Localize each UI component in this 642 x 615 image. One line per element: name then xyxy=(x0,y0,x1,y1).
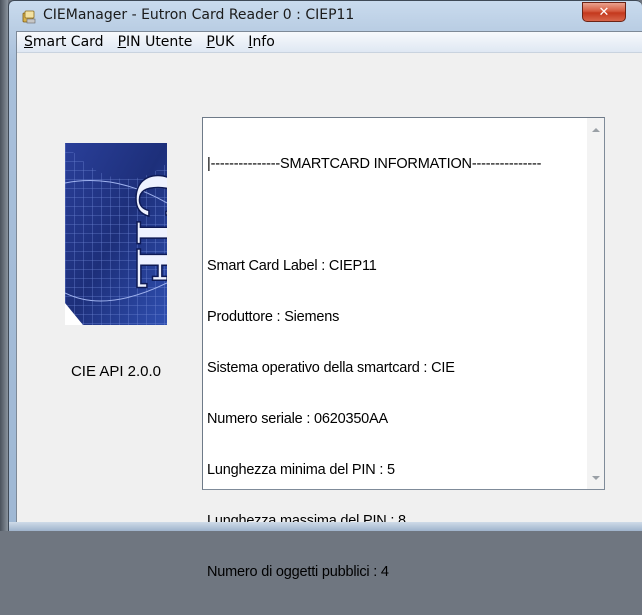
window-bottom-border xyxy=(9,522,642,531)
cie-manager-window: CIEManager - Eutron Card Reader 0 : CIEP… xyxy=(8,0,642,580)
smartcard-info-text: |---------------SMARTCARD INFORMATION---… xyxy=(207,122,585,615)
menu-pin-utente[interactable]: PIN Utente xyxy=(111,32,200,52)
scroll-up-arrow-icon[interactable] xyxy=(587,121,604,138)
menu-bar: Smart Card PIN Utente PUK Info xyxy=(17,32,642,53)
title-bar[interactable]: CIEManager - Eutron Card Reader 0 : CIEP… xyxy=(9,1,642,31)
vertical-scrollbar[interactable] xyxy=(587,118,604,489)
menu-info[interactable]: Info xyxy=(241,32,282,52)
info-line: Sistema operativo della smartcard : CIE xyxy=(207,360,455,376)
desktop-edge xyxy=(0,0,8,531)
cie-logo-icon: CIE xyxy=(65,143,167,325)
info-line: |---------------SMARTCARD INFORMATION---… xyxy=(207,156,542,172)
info-line xyxy=(207,207,585,224)
info-line: Smart Card Label : CIEP11 xyxy=(207,258,377,274)
menu-puk[interactable]: PUK xyxy=(199,32,241,52)
smartcard-info-textarea[interactable]: |---------------SMARTCARD INFORMATION---… xyxy=(202,117,605,580)
card-reader-app-icon xyxy=(22,10,36,24)
client-area: Smart Card PIN Utente PUK Info CIE CIE A… xyxy=(16,31,642,580)
info-line: Numero seriale : 0620350AA xyxy=(207,411,388,427)
info-line: Numero di oggetti pubblici : 4 xyxy=(207,564,389,580)
menu-smart-card[interactable]: Smart Card xyxy=(17,32,111,52)
info-line: Lunghezza minima del PIN : 5 xyxy=(207,462,395,478)
info-line: Produttore : Siemens xyxy=(207,309,340,325)
close-icon: ✕ xyxy=(598,4,610,20)
close-button[interactable]: ✕ xyxy=(582,2,626,22)
scroll-down-arrow-icon[interactable] xyxy=(587,469,604,486)
cie-logo-text: CIE xyxy=(123,173,167,291)
api-version-label: CIE API 2.0.0 xyxy=(70,363,162,380)
window-title: CIEManager - Eutron Card Reader 0 : CIEP… xyxy=(43,7,355,23)
